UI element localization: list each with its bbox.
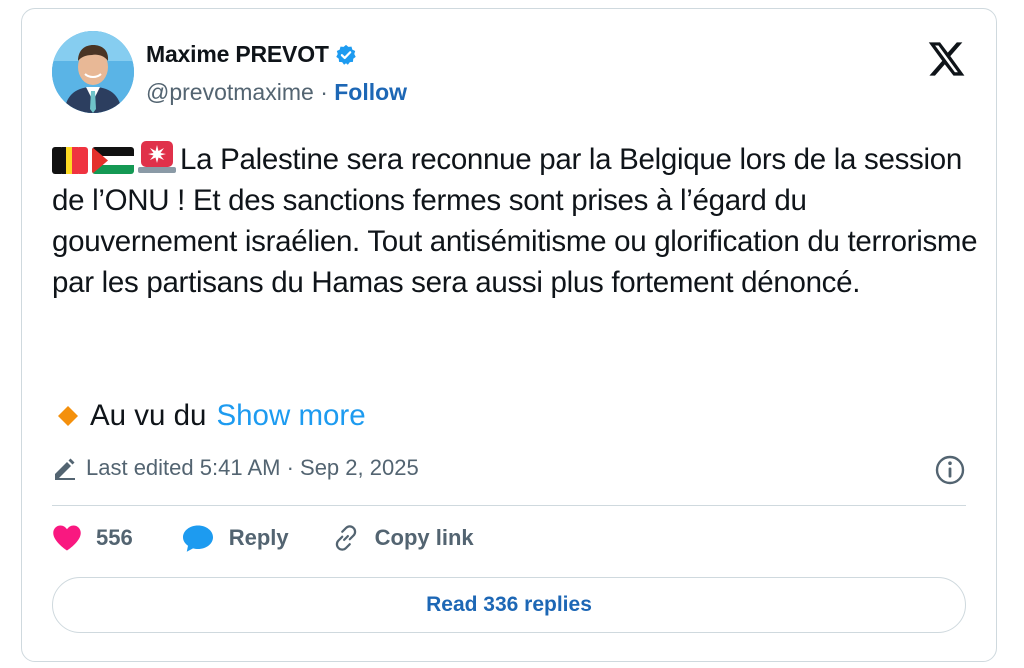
follow-button[interactable]: Follow [334, 79, 407, 105]
pencil-icon [55, 458, 75, 480]
belgium-flag-icon [52, 147, 88, 174]
link-icon [335, 525, 356, 551]
info-icon[interactable] [934, 454, 966, 486]
reply-bubble-icon [182, 525, 213, 552]
orange-diamond-icon [58, 406, 78, 426]
palestine-flag-icon [92, 147, 134, 174]
last-edited-label[interactable]: Last edited 5:41 AM · Sep 2, 2025 [86, 455, 419, 481]
read-replies-label: Read 336 replies [426, 593, 592, 616]
x-logo-icon[interactable] [928, 41, 966, 77]
author-handle[interactable]: @prevotmaxime [146, 79, 314, 105]
reply-label: Reply [228, 525, 289, 550]
tweet-card: Maxime PREVOT @prevotmaxime · Follow La … [21, 8, 997, 662]
read-replies-button[interactable]: Read 336 replies [52, 577, 966, 633]
verified-badge-icon [336, 44, 356, 65]
police-light-icon [138, 141, 176, 173]
author-name[interactable]: Maxime PREVOT [146, 41, 329, 68]
likes-count: 556 [96, 525, 133, 550]
copy-link-button[interactable]: Copy link [331, 523, 474, 553]
reply-button[interactable]: Reply [181, 523, 289, 553]
copy-link-label: Copy link [374, 525, 474, 550]
show-more-link[interactable]: Show more [216, 399, 365, 433]
post-text-block: La Palestine sera reconnue par la Belgiq… [52, 139, 982, 303]
post-text: La Palestine sera reconnue par la Belgiq… [52, 143, 978, 299]
heart-icon [53, 525, 81, 551]
handle-separator: · [320, 79, 328, 105]
avatar[interactable] [52, 31, 134, 113]
like-button[interactable]: 556 [52, 524, 133, 552]
divider [52, 505, 966, 506]
post-continuation: Au vu du [90, 399, 207, 432]
